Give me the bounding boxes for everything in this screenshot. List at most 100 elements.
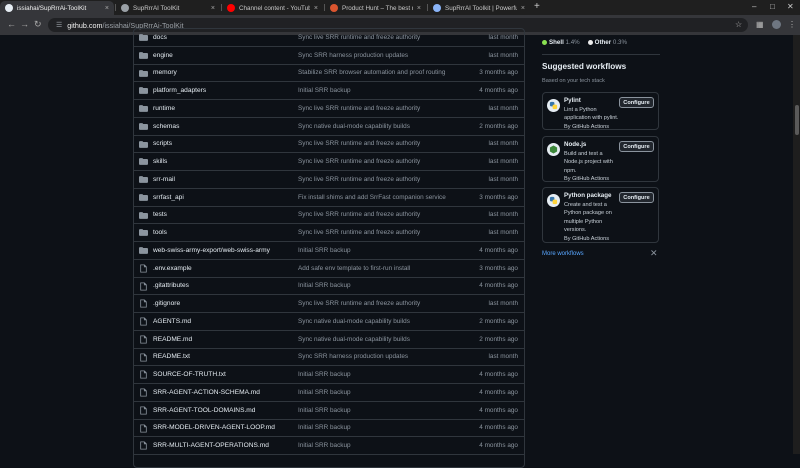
table-row[interactable]: .env.example Add safe env template to fir… [134, 260, 524, 278]
file-name-link[interactable]: schemas [153, 123, 179, 130]
back-icon[interactable]: ← [7, 19, 16, 30]
browser-tab[interactable]: Channel content - YouTube Studio × [222, 1, 323, 15]
commit-message-link[interactable]: Sync live SRR runtime and freeze authori… [298, 229, 420, 236]
file-name-link[interactable]: memory [153, 69, 177, 76]
table-row[interactable]: srrfast_api Fix install shims and add Srr… [134, 189, 524, 207]
close-tab-icon[interactable]: × [211, 5, 215, 12]
file-name-link[interactable]: web-swiss-army-export/web-swiss-army [153, 247, 270, 254]
close-tab-icon[interactable]: × [105, 5, 109, 12]
close-icon[interactable]: ✕ [650, 248, 658, 259]
commit-message-link[interactable]: Sync live SRR runtime and freeze authori… [298, 300, 420, 307]
table-row[interactable]: engine Sync SRR harness production update… [134, 47, 524, 65]
site-info-icon[interactable]: ☰ [56, 21, 62, 29]
commit-message-link[interactable]: Initial SRR backup [298, 442, 351, 449]
file-name-link[interactable]: srrfast_api [153, 194, 184, 201]
commit-message-link[interactable]: Sync native dual-mode capability builds [298, 123, 410, 130]
table-row[interactable]: SOURCE-OF-TRUTH.txt Initial SRR backup 4 m… [134, 366, 524, 384]
file-name-link[interactable]: .gitattributes [153, 282, 189, 289]
commit-message-link[interactable]: Stabilize SRR browser automation and pro… [298, 69, 445, 76]
configure-button[interactable]: Configure [619, 97, 654, 108]
table-row[interactable]: tools Sync live SRR runtime and freeze au… [134, 224, 524, 242]
new-tab-button[interactable]: + [534, 2, 540, 12]
file-name-link[interactable]: tests [153, 211, 167, 218]
table-row[interactable]: SRR-MULTI-AGENT-OPERATIONS.md Initial SRR… [134, 437, 524, 455]
configure-button[interactable]: Configure [619, 141, 654, 152]
commit-message-link[interactable]: Sync live SRR runtime and freeze authori… [298, 176, 420, 183]
file-name-link[interactable]: docs [153, 34, 167, 41]
commit-message-link[interactable]: Sync live SRR runtime and freeze authori… [298, 158, 420, 165]
table-row[interactable]: README.md Sync native dual-mode capabilit… [134, 331, 524, 349]
commit-message-link[interactable]: Sync live SRR runtime and freeze authori… [298, 105, 420, 112]
table-row[interactable]: schemas Sync native dual-mode capability … [134, 118, 524, 136]
browser-tab[interactable]: Product Hunt – The best new products × [325, 1, 426, 15]
file-name-link[interactable]: scripts [153, 140, 172, 147]
close-tab-icon[interactable]: × [417, 5, 421, 12]
table-row[interactable]: SRR-AGENT-TOOL-DOMAINS.md Initial SRR bac… [134, 402, 524, 420]
table-row[interactable]: web-swiss-army-export/web-swiss-army Init… [134, 242, 524, 260]
forward-icon[interactable]: → [20, 19, 29, 30]
commit-message-link[interactable]: Sync live SRR runtime and freeze authori… [298, 34, 420, 41]
scrollbar[interactable] [793, 35, 800, 454]
commit-message-link[interactable]: Sync SRR harness production updates [298, 52, 408, 59]
commit-message-link[interactable]: Sync live SRR runtime and freeze authori… [298, 211, 420, 218]
file-name-link[interactable]: SRR-MULTI-AGENT-OPERATIONS.md [153, 442, 269, 449]
file-name-link[interactable]: .gitignore [153, 300, 180, 307]
file-name-link[interactable]: runtime [153, 105, 175, 112]
language-shell[interactable]: Shell 1.4% [542, 39, 580, 46]
file-name-link[interactable]: SRR-AGENT-ACTION-SCHEMA.md [153, 389, 260, 396]
close-tab-icon[interactable]: × [314, 5, 318, 12]
configure-button[interactable]: Configure [619, 192, 654, 203]
more-workflows-link[interactable]: More workflows [542, 251, 584, 257]
menu-icon[interactable]: ⋮ [788, 19, 796, 30]
commit-message-link[interactable]: Sync native dual-mode capability builds [298, 336, 410, 343]
file-name-link[interactable]: SRR-MODEL-DRIVEN-AGENT-LOOP.md [153, 424, 275, 431]
file-name-link[interactable]: .env.example [153, 265, 192, 272]
language-other[interactable]: Other 0.3% [587, 39, 627, 46]
bookmark-star-icon[interactable]: ☆ [735, 19, 742, 30]
browser-tab[interactable]: SupRrrAI ToolKit × [116, 1, 220, 15]
file-name-link[interactable]: README.md [153, 336, 192, 343]
commit-message-link[interactable]: Initial SRR backup [298, 424, 351, 431]
commit-message-link[interactable]: Sync native dual-mode capability builds [298, 318, 410, 325]
browser-tab[interactable]: issiahai/SupRrrAi-ToolKit × [0, 1, 114, 15]
reload-icon[interactable]: ↻ [34, 19, 42, 30]
commit-message-link[interactable]: Initial SRR backup [298, 371, 351, 378]
file-name-link[interactable]: SRR-AGENT-TOOL-DOMAINS.md [153, 407, 255, 414]
table-row[interactable]: .gitattributes Initial SRR backup 4 months… [134, 278, 524, 296]
table-row[interactable]: memory Stabilize SRR browser automation a… [134, 65, 524, 83]
file-name-link[interactable]: AGENTS.md [153, 318, 191, 325]
commit-message-link[interactable]: Initial SRR backup [298, 389, 351, 396]
file-name-link[interactable]: engine [153, 52, 173, 59]
browser-tab[interactable]: SupRrrAI Toolkit | Powerful AI × [428, 1, 530, 15]
commit-message-link[interactable]: Sync SRR harness production updates [298, 353, 408, 360]
table-row[interactable]: docs Sync live SRR runtime and freeze aut… [134, 29, 524, 47]
table-row[interactable]: srr-mail Sync live SRR runtime and freeze… [134, 171, 524, 189]
commit-message-link[interactable]: Initial SRR backup [298, 87, 351, 94]
table-row[interactable]: SRR-MODEL-DRIVEN-AGENT-LOOP.md Initial SR… [134, 420, 524, 438]
table-row[interactable]: runtime Sync live SRR runtime and freeze … [134, 100, 524, 118]
table-row[interactable]: skills Sync live SRR runtime and freeze a… [134, 153, 524, 171]
file-name-link[interactable]: srr-mail [153, 176, 175, 183]
file-name-link[interactable]: skills [153, 158, 167, 165]
table-row[interactable]: scripts Sync live SRR runtime and freeze … [134, 136, 524, 154]
table-row[interactable]: README.txt Sync SRR harness production up… [134, 349, 524, 367]
profile-avatar[interactable] [772, 20, 781, 29]
table-row[interactable]: SRR-AGENT-ACTION-SCHEMA.md Initial SRR ba… [134, 384, 524, 402]
commit-message-link[interactable]: Add safe env template to first-run insta… [298, 265, 410, 272]
file-name-link[interactable]: tools [153, 229, 167, 236]
commit-message-link[interactable]: Initial SRR backup [298, 282, 351, 289]
file-name-link[interactable]: SOURCE-OF-TRUTH.txt [153, 371, 226, 378]
window-close-icon[interactable]: ✕ [787, 2, 794, 11]
scrollbar-thumb[interactable] [795, 105, 799, 135]
commit-message-link[interactable]: Fix install shims and add SrrFast compan… [298, 194, 446, 201]
minimize-icon[interactable]: – [752, 2, 756, 11]
table-row[interactable]: .gitignore Sync live SRR runtime and free… [134, 295, 524, 313]
file-name-link[interactable]: README.txt [153, 353, 190, 360]
table-row[interactable]: AGENTS.md Sync native dual-mode capabilit… [134, 313, 524, 331]
commit-message-link[interactable]: Sync live SRR runtime and freeze authori… [298, 140, 420, 147]
maximize-icon[interactable]: □ [770, 2, 775, 11]
commit-message-link[interactable]: Initial SRR backup [298, 407, 351, 414]
extensions-icon[interactable]: ▦ [756, 19, 764, 30]
table-row[interactable]: tests Sync live SRR runtime and freeze au… [134, 207, 524, 225]
close-tab-icon[interactable]: × [521, 5, 525, 12]
